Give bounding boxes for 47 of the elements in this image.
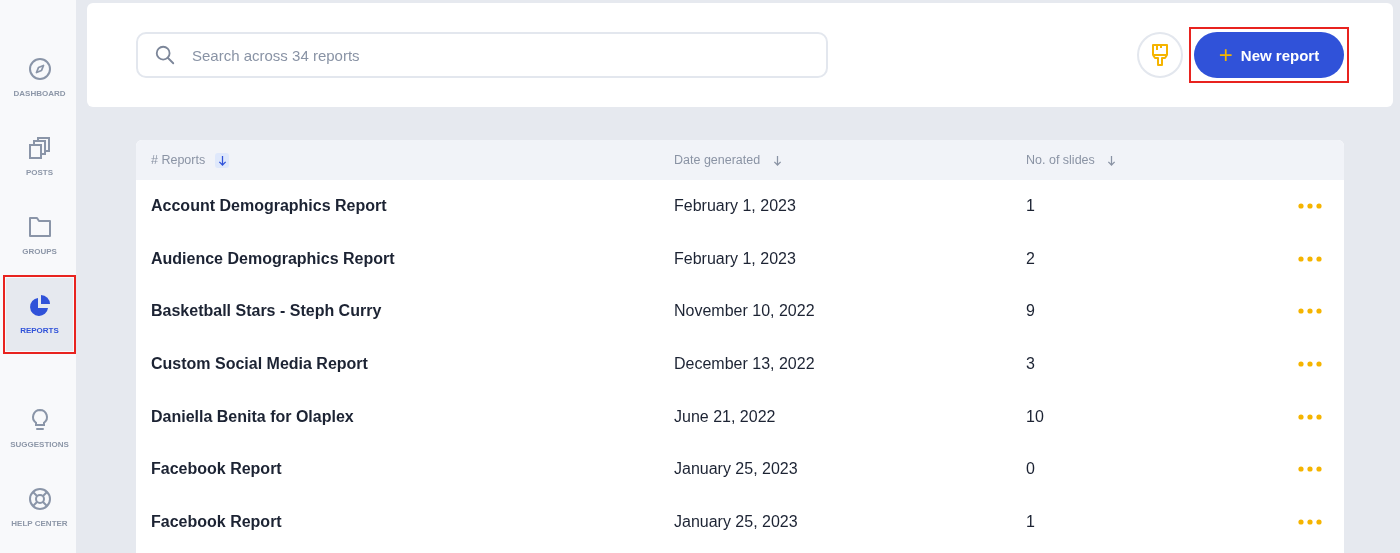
pie-chart-icon — [27, 294, 52, 318]
report-name[interactable]: Audience Demographics Report — [151, 249, 395, 267]
date-cell: November 10, 2022 — [674, 302, 815, 320]
paint-brush-button[interactable] — [1137, 32, 1183, 78]
nav-item[interactable]: SUGGESTIONS — [6, 392, 73, 465]
more-options-icon[interactable] — [1298, 413, 1322, 420]
slides-count: 10 — [1026, 407, 1044, 425]
nav-item[interactable]: HELP CENTER — [6, 471, 73, 544]
folder-icon — [27, 215, 52, 239]
report-name[interactable]: Daniella Benita for Olaplex — [151, 407, 354, 425]
date-cell: December 13, 2022 — [674, 355, 815, 373]
new-report-button[interactable]: + New report — [1194, 32, 1344, 78]
more-options-icon[interactable] — [1298, 466, 1322, 473]
more-options-icon[interactable] — [1298, 518, 1322, 525]
slides-count: 2 — [1026, 249, 1035, 267]
more-options-icon[interactable] — [1298, 361, 1322, 368]
date-cell: February 1, 2023 — [674, 197, 796, 215]
search-icon — [154, 44, 176, 66]
more-options-icon[interactable] — [1298, 255, 1322, 262]
slides-count: 3 — [1026, 355, 1035, 373]
slides-count: 1 — [1026, 512, 1035, 530]
report-name[interactable]: Custom Social Media Report — [151, 355, 368, 373]
report-name[interactable]: Facebook Report — [151, 460, 282, 478]
paint-brush-icon — [1150, 43, 1170, 67]
slides-count: 0 — [1026, 460, 1035, 478]
column-header[interactable]: No. of slides — [1026, 153, 1095, 167]
pages-icon — [27, 136, 52, 160]
column-header[interactable]: Date generated — [674, 153, 761, 167]
report-name[interactable]: Basketball Stars - Steph Curry — [151, 302, 382, 320]
date-cell: June 21, 2022 — [674, 407, 776, 425]
nav-item[interactable]: DASHBOARD — [6, 41, 73, 114]
nav-item[interactable]: POSTS — [6, 120, 73, 193]
more-options-icon[interactable] — [1298, 203, 1322, 210]
date-cell: January 25, 2023 — [674, 460, 798, 478]
slides-count: 1 — [1026, 197, 1035, 215]
nav-item[interactable]: REPORTS — [6, 278, 73, 351]
more-options-icon[interactable] — [1298, 308, 1322, 315]
date-cell: February 1, 2023 — [674, 249, 796, 267]
compass-icon — [27, 57, 52, 81]
slides-count: 9 — [1026, 302, 1035, 320]
date-cell: January 25, 2023 — [674, 512, 798, 530]
report-name[interactable]: Facebook Report — [151, 512, 282, 530]
report-name[interactable]: Account Demographics Report — [151, 197, 387, 215]
column-header[interactable]: # Reports — [151, 153, 206, 167]
lifebuoy-icon — [27, 487, 52, 511]
nav-item[interactable]: GROUPS — [6, 199, 73, 272]
search-field[interactable]: Search across 34 reports — [136, 32, 828, 78]
